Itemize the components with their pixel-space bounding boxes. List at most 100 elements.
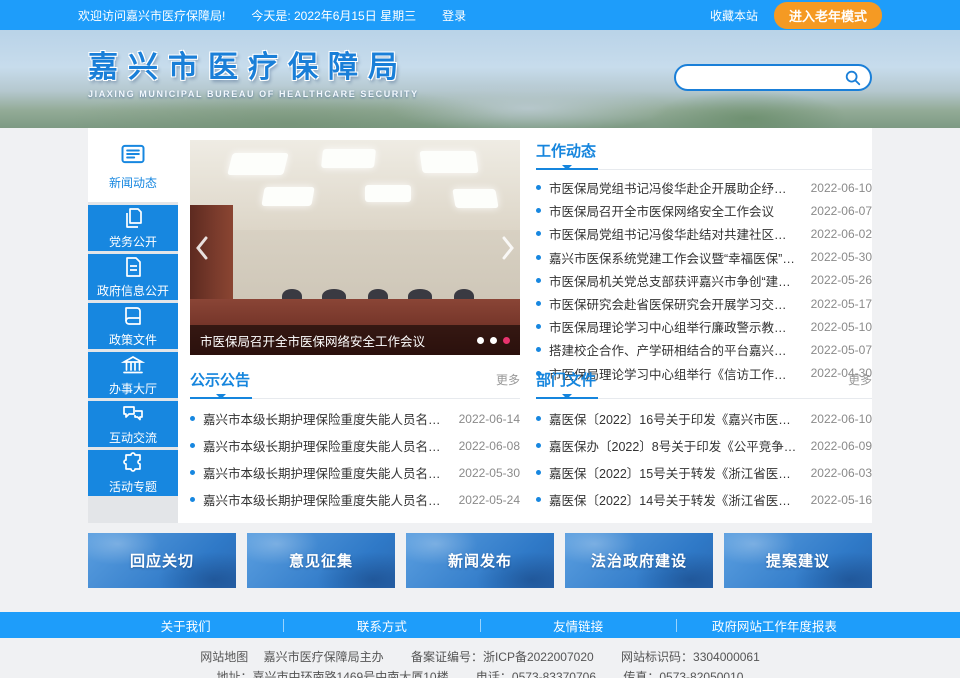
sidebar-item-label: 政策文件 [109,331,157,348]
news-row[interactable]: 市医保局机关党总支部获评嘉兴市争创“建设清廉机...2022-05-26 [536,269,872,292]
notice-row[interactable]: 嘉兴市本级长期护理保险重度失能人员名单公示（2...2022-06-14 [190,405,520,432]
carousel-dot-2[interactable] [490,337,497,344]
quick-link-proposals[interactable]: 提案建议 [724,533,872,588]
news-row[interactable]: 市医保局召开全市医保网络安全工作会议2022-06-07 [536,199,872,222]
bullet-icon [536,255,541,260]
newspaper-icon [119,140,147,168]
quick-link-respond-concerns[interactable]: 回应关切 [88,533,236,588]
file-row[interactable]: 嘉医保办〔2022〕8号关于印发《公平竞争审查...2022-06-09 [536,432,872,459]
top-bar: 欢迎访问嘉兴市医疗保障局! 今天是: 2022年6月15日 星期三 登录 收藏本… [0,0,960,30]
login-link[interactable]: 登录 [442,7,466,24]
phone-text: 电话：0573-83370706 [476,670,596,678]
sidebar-item-label: 办事大厅 [109,380,157,397]
quick-link-news-release[interactable]: 新闻发布 [406,533,554,588]
sidebar-nav: 新闻动态 党务公开 政府信息公开 政策文件 [88,128,178,523]
sidebar-item-label: 活动专题 [109,478,157,495]
bullet-icon [190,497,195,502]
book-icon [121,304,145,328]
sidebar-item-interaction[interactable]: 互动交流 [88,401,178,447]
bullet-icon [190,443,195,448]
sidebar-item-label: 党务公开 [109,233,157,250]
notice-row[interactable]: 嘉兴市本级长期护理保险重度失能人员名单公示（2...2022-05-24 [190,486,520,513]
site-code-text: 网站标识码：3304000061 [621,650,760,664]
favorite-link[interactable]: 收藏本站 [710,7,758,24]
carousel-caption[interactable]: 市医保局召开全市医保网络安全工作会议 [200,331,477,350]
footer-info: 网站地图 嘉兴市医疗保障局主办 备案证编号：浙ICP备2022007020 网站… [0,638,960,678]
bullet-icon [536,347,541,352]
search-icon[interactable] [844,69,862,87]
pages-icon [121,206,145,230]
file-row[interactable]: 嘉医保〔2022〕14号关于转发《浙江省医疗保...2022-05-16 [536,486,872,513]
search-input[interactable] [688,71,844,85]
quick-links-row: 回应关切 意见征集 新闻发布 法治政府建设 提案建议 [88,533,872,588]
footer-nav-annual-report[interactable]: 政府网站工作年度报表 [677,616,872,635]
footer-line-1: 网站地图 嘉兴市医疗保障局主办 备案证编号：浙ICP备2022007020 网站… [0,647,960,667]
document-icon [121,255,145,279]
date-text: 今天是: 2022年6月15日 星期三 [251,7,416,24]
bank-icon [121,353,145,377]
carousel-next-arrow[interactable] [498,232,518,264]
footer-nav-about[interactable]: 关于我们 [88,616,283,635]
elder-mode-button[interactable]: 进入老年模式 [774,2,882,29]
footer-nav-bar: 关于我们 联系方式 友情链接 政府网站工作年度报表 [0,612,960,638]
footer-nav-links[interactable]: 友情链接 [481,616,676,635]
sidebar-item-label: 新闻动态 [109,174,157,191]
header-banner: 嘉兴市医疗保障局 JIAXING MUNICIPAL BUREAU OF HEA… [0,30,960,128]
chat-icon [121,402,145,426]
file-row[interactable]: 嘉医保〔2022〕15号关于转发《浙江省医疗保...2022-06-03 [536,459,872,486]
main-content: 新闻动态 党务公开 政府信息公开 政策文件 [88,128,872,523]
bullet-icon [536,301,541,306]
news-row[interactable]: 搭建校企合作、产学研相结合的平台嘉兴市长期护理...2022-05-07 [536,338,872,361]
bullet-icon [190,470,195,475]
news-row[interactable]: 市医保局党组书记冯俊华赴企开展助企纾困活动2022-06-10 [536,176,872,199]
sidebar-item-special-topics[interactable]: 活动专题 [88,450,178,496]
bullet-icon [536,470,541,475]
quick-link-rule-of-law[interactable]: 法治政府建设 [565,533,713,588]
sidebar-item-party-affairs[interactable]: 党务公开 [88,205,178,251]
bullet-icon [536,208,541,213]
carousel-caption-bar: 市医保局召开全市医保网络安全工作会议 [190,325,520,355]
footer-line-2: 地址：嘉兴市中环南路1469号中南大厦10楼 电话：0573-83370706 … [0,667,960,678]
dept-files-panel: 部门文件 更多 嘉医保〔2022〕16号关于印发《嘉兴市医疗保...2022-0… [536,369,872,513]
bullet-icon [536,278,541,283]
news-carousel[interactable]: 市医保局召开全市医保网络安全工作会议 [190,140,520,355]
notice-row[interactable]: 嘉兴市本级长期护理保险重度失能人员名单公示（2...2022-06-08 [190,432,520,459]
carousel-prev-arrow[interactable] [192,232,212,264]
work-news-title: 工作动态 [536,140,596,161]
bullet-icon [190,416,195,421]
dept-files-title: 部门文件 [536,369,596,390]
fax-text: 传真：0573-82050010 [623,670,743,678]
welcome-text: 欢迎访问嘉兴市医疗保障局! [78,7,225,24]
news-row[interactable]: 市医保局党组书记冯俊华赴结对共建社区指导全国文...2022-06-02 [536,222,872,245]
file-row[interactable]: 嘉医保〔2022〕16号关于印发《嘉兴市医疗保...2022-06-10 [536,405,872,432]
work-news-panel: 工作动态 市医保局党组书记冯俊华赴企开展助企纾困活动2022-06-10 市医保… [536,140,872,355]
icp-text: 备案证编号：浙ICP备2022007020 [411,650,594,664]
notices-panel: 公示公告 更多 嘉兴市本级长期护理保险重度失能人员名单公示（2...2022-0… [190,369,520,513]
bullet-icon [536,231,541,236]
sidebar-item-policy-files[interactable]: 政策文件 [88,303,178,349]
bullet-icon [536,443,541,448]
news-row[interactable]: 市医保局理论学习中心组举行廉政警示教育专题学习...2022-05-10 [536,315,872,338]
search-box [674,64,872,91]
carousel-dot-3[interactable] [503,337,510,344]
footer-nav-contact[interactable]: 联系方式 [284,616,479,635]
site-title: 嘉兴市医疗保障局 [88,42,419,86]
news-row[interactable]: 市医保研究会赴省医保研究会开展学习交流活动2022-05-17 [536,292,872,315]
sidebar-item-gov-info[interactable]: 政府信息公开 [88,254,178,300]
quick-link-opinion-collection[interactable]: 意见征集 [247,533,395,588]
sitemap-link[interactable]: 网站地图 [200,650,248,664]
bullet-icon [536,185,541,190]
notice-row[interactable]: 嘉兴市本级长期护理保险重度失能人员名单公示（2...2022-05-30 [190,459,520,486]
carousel-dot-1[interactable] [477,337,484,344]
bullet-icon [536,324,541,329]
bullet-icon [536,416,541,421]
news-row[interactable]: 嘉兴市医保系统党建工作会议暨“幸福医保”党建联...2022-05-30 [536,246,872,269]
sidebar-item-label: 互动交流 [109,429,157,446]
dept-files-more-link[interactable]: 更多 [848,371,872,388]
site-logo: 嘉兴市医疗保障局 JIAXING MUNICIPAL BUREAU OF HEA… [88,42,419,99]
notices-title: 公示公告 [190,369,250,390]
notices-more-link[interactable]: 更多 [496,371,520,388]
sidebar-item-service-hall[interactable]: 办事大厅 [88,352,178,398]
site-subtitle: JIAXING MUNICIPAL BUREAU OF HEALTHCARE S… [88,89,419,99]
sidebar-item-news[interactable]: 新闻动态 [88,128,178,202]
